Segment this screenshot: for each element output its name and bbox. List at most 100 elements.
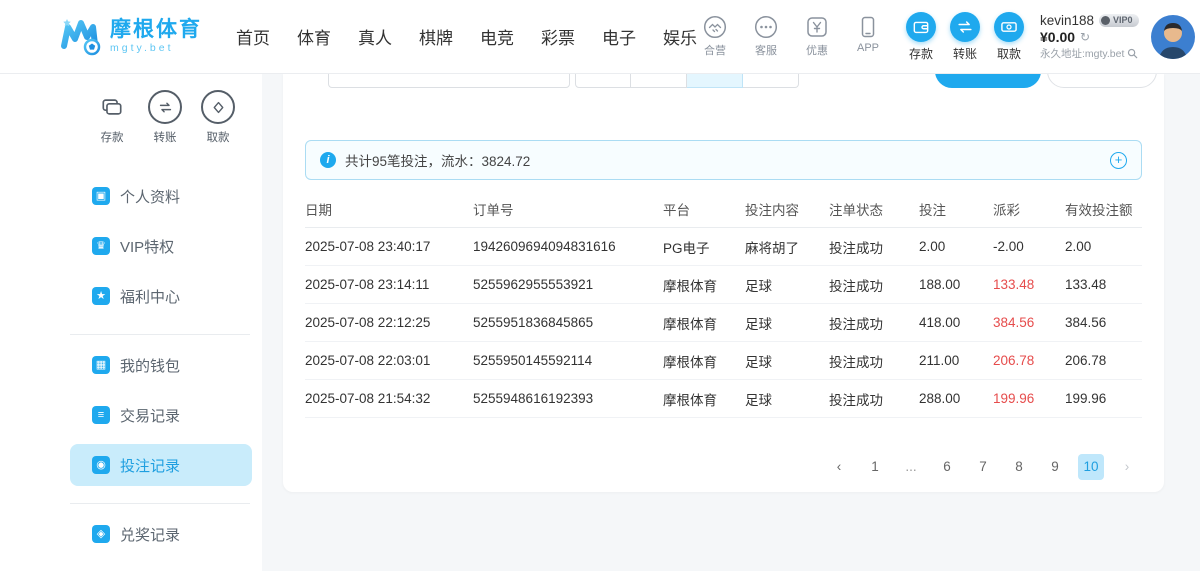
sidebar-item-vip[interactable]: ♛VIP特权 [70,225,252,267]
quick-link-label: 合营 [704,42,726,58]
deposit-icon [95,90,129,124]
cell-bet: 418.00 [919,304,993,342]
pagination: ‹1...678910› [307,454,1140,480]
refresh-balance-icon[interactable]: ↻ [1080,30,1090,44]
vip-dot-icon [1101,16,1110,25]
sidebar: 存款 转账 取款 ▣ 个人资料 ♛VIP特权 ★ 福利中心 ▦我的钱包 ≡交易记录 ◉投注记录… [0,74,262,571]
sidebar-shortcuts: 存款 转账 取款 [92,90,262,145]
deposit-button[interactable]: 存款 [906,12,936,62]
cell-status: 投注成功 [829,380,919,418]
sidebar-transfer-shortcut[interactable]: 转账 [145,90,185,145]
pagination-page-6[interactable]: 6 [934,454,960,480]
magnifier-icon[interactable] [1127,48,1138,59]
cell-bet: 2.00 [919,228,993,266]
promo-icon [805,15,829,39]
cell-platform: PG电子 [663,228,745,266]
table-row: 2025-07-08 22:12:255255951836845865摩根体育足… [305,304,1142,342]
bet-table-head: 日期订单号平台投注内容注单状态投注派彩有效投注额 [305,190,1142,228]
nav-item-1[interactable]: 体育 [297,24,331,49]
pagination-page-7[interactable]: 7 [970,454,996,480]
column-header-5: 投注 [919,190,993,228]
pagination-prev[interactable]: ‹ [826,454,852,480]
table-row: 2025-07-08 22:03:015255950145592114摩根体育足… [305,342,1142,380]
cell-platform: 摩根体育 [663,380,745,418]
service-icon [754,15,778,39]
cell-valid: 384.56 [1065,304,1142,342]
quick-link-partner[interactable]: 合营 [697,15,733,58]
vip-badge[interactable]: VIP0 [1099,14,1139,27]
sidebar-withdraw-shortcut[interactable]: 取款 [198,90,238,145]
cell-content: 足球 [745,266,829,304]
column-header-0: 日期 [305,190,473,228]
pagination-page-10[interactable]: 10 [1078,454,1104,480]
nav-item-5[interactable]: 彩票 [541,24,575,49]
sidebar-item-redeem[interactable]: ◈兑奖记录 [70,513,252,555]
bet-records-card: i 共计95笔投注，流水：3824.72 + 日期订单号平台投注内容注单状态投注… [283,74,1164,492]
logo-title: 摩根体育 [110,19,202,41]
withdraw-button[interactable]: 取款 [994,12,1024,62]
nav-item-0[interactable]: 首页 [236,24,270,49]
permanent-address: 永久地址:mgty.bet [1040,46,1139,61]
nav-item-6[interactable]: 电子 [602,24,636,49]
cell-valid: 206.78 [1065,342,1142,380]
sidebar-divider [70,503,250,504]
nav-item-3[interactable]: 棋牌 [419,24,453,49]
quick-link-service[interactable]: 客服 [748,15,784,58]
wallet-actions: 存款 转账 取款 [906,12,1024,62]
cell-date: 2025-07-08 22:12:25 [305,304,473,342]
quick-range-buttons [575,74,799,88]
quick-range-button[interactable] [631,74,687,88]
filter-bar-clipped [283,74,1164,90]
search-button[interactable] [935,74,1041,88]
expand-plus-icon[interactable]: + [1110,152,1127,169]
pagination-next[interactable]: › [1114,454,1140,480]
transfer-button[interactable]: 转账 [950,12,980,62]
welfare-icon: ★ [92,287,110,305]
vip-icon: ♛ [92,237,110,255]
quick-range-button-selected[interactable] [687,74,743,88]
quick-range-button[interactable] [743,74,799,88]
site-logo[interactable]: 摩根体育 mgty.bet [58,15,202,59]
screen: 摩根体育 mgty.bet 首页 体育 真人 棋牌 电竞 彩票 电子 娱乐 合营 客服 [0,0,1200,571]
main-nav: 首页 体育 真人 棋牌 电竞 彩票 电子 娱乐 [236,24,697,49]
summary-bar: i 共计95笔投注，流水：3824.72 + [305,140,1142,180]
cell-status: 投注成功 [829,228,919,266]
quick-link-promo[interactable]: 优惠 [799,15,835,58]
sidebar-item-label: 个人资料 [120,186,180,207]
summary-text: 共计95笔投注，流水：3824.72 [345,150,530,170]
quick-link-app[interactable]: APP [850,15,886,58]
cell-status: 投注成功 [829,342,919,380]
app-icon [856,15,880,39]
sidebar-item-transactions[interactable]: ≡交易记录 [70,394,252,436]
quick-link-label: APP [857,42,879,54]
sidebar-item-wallet[interactable]: ▦我的钱包 [70,344,252,386]
sidebar-item-welfare[interactable]: ★ 福利中心 [70,275,252,317]
user-block: kevin188 VIP0 ¥0.00 ↻ 永久地址:mgty.bet [1040,13,1139,61]
cell-valid: 199.96 [1065,380,1142,418]
cell-payout: 206.78 [993,342,1065,380]
bet-table-body: 2025-07-08 23:40:171942609694094831616PG… [305,228,1142,418]
withdraw-icon [994,12,1024,42]
nav-item-7[interactable]: 娱乐 [663,24,697,49]
date-range-input[interactable] [328,74,570,88]
cell-valid: 133.48 [1065,266,1142,304]
sidebar-deposit-shortcut[interactable]: 存款 [92,90,132,145]
quick-links: 合营 客服 优惠 APP [697,15,886,58]
nav-item-4[interactable]: 电竞 [480,24,514,49]
reset-button[interactable] [1047,74,1157,88]
pagination-page-8[interactable]: 8 [1006,454,1032,480]
profile-icon: ▣ [92,187,110,205]
avatar[interactable] [1151,15,1195,59]
cell-payout: 199.96 [993,380,1065,418]
sidebar-item-profile[interactable]: ▣ 个人资料 [70,175,252,217]
nav-item-2[interactable]: 真人 [358,24,392,49]
column-header-4: 注单状态 [829,190,919,228]
balance-amount: ¥0.00 [1040,29,1075,45]
table-row: 2025-07-08 21:54:325255948616192393摩根体育足… [305,380,1142,418]
pagination-page-9[interactable]: 9 [1042,454,1068,480]
pagination-page-1[interactable]: 1 [862,454,888,480]
sidebar-item-label: 福利中心 [120,286,180,307]
sidebar-item-bets[interactable]: ◉投注记录 [70,444,252,486]
cell-payout: -2.00 [993,228,1065,266]
quick-range-button[interactable] [575,74,631,88]
